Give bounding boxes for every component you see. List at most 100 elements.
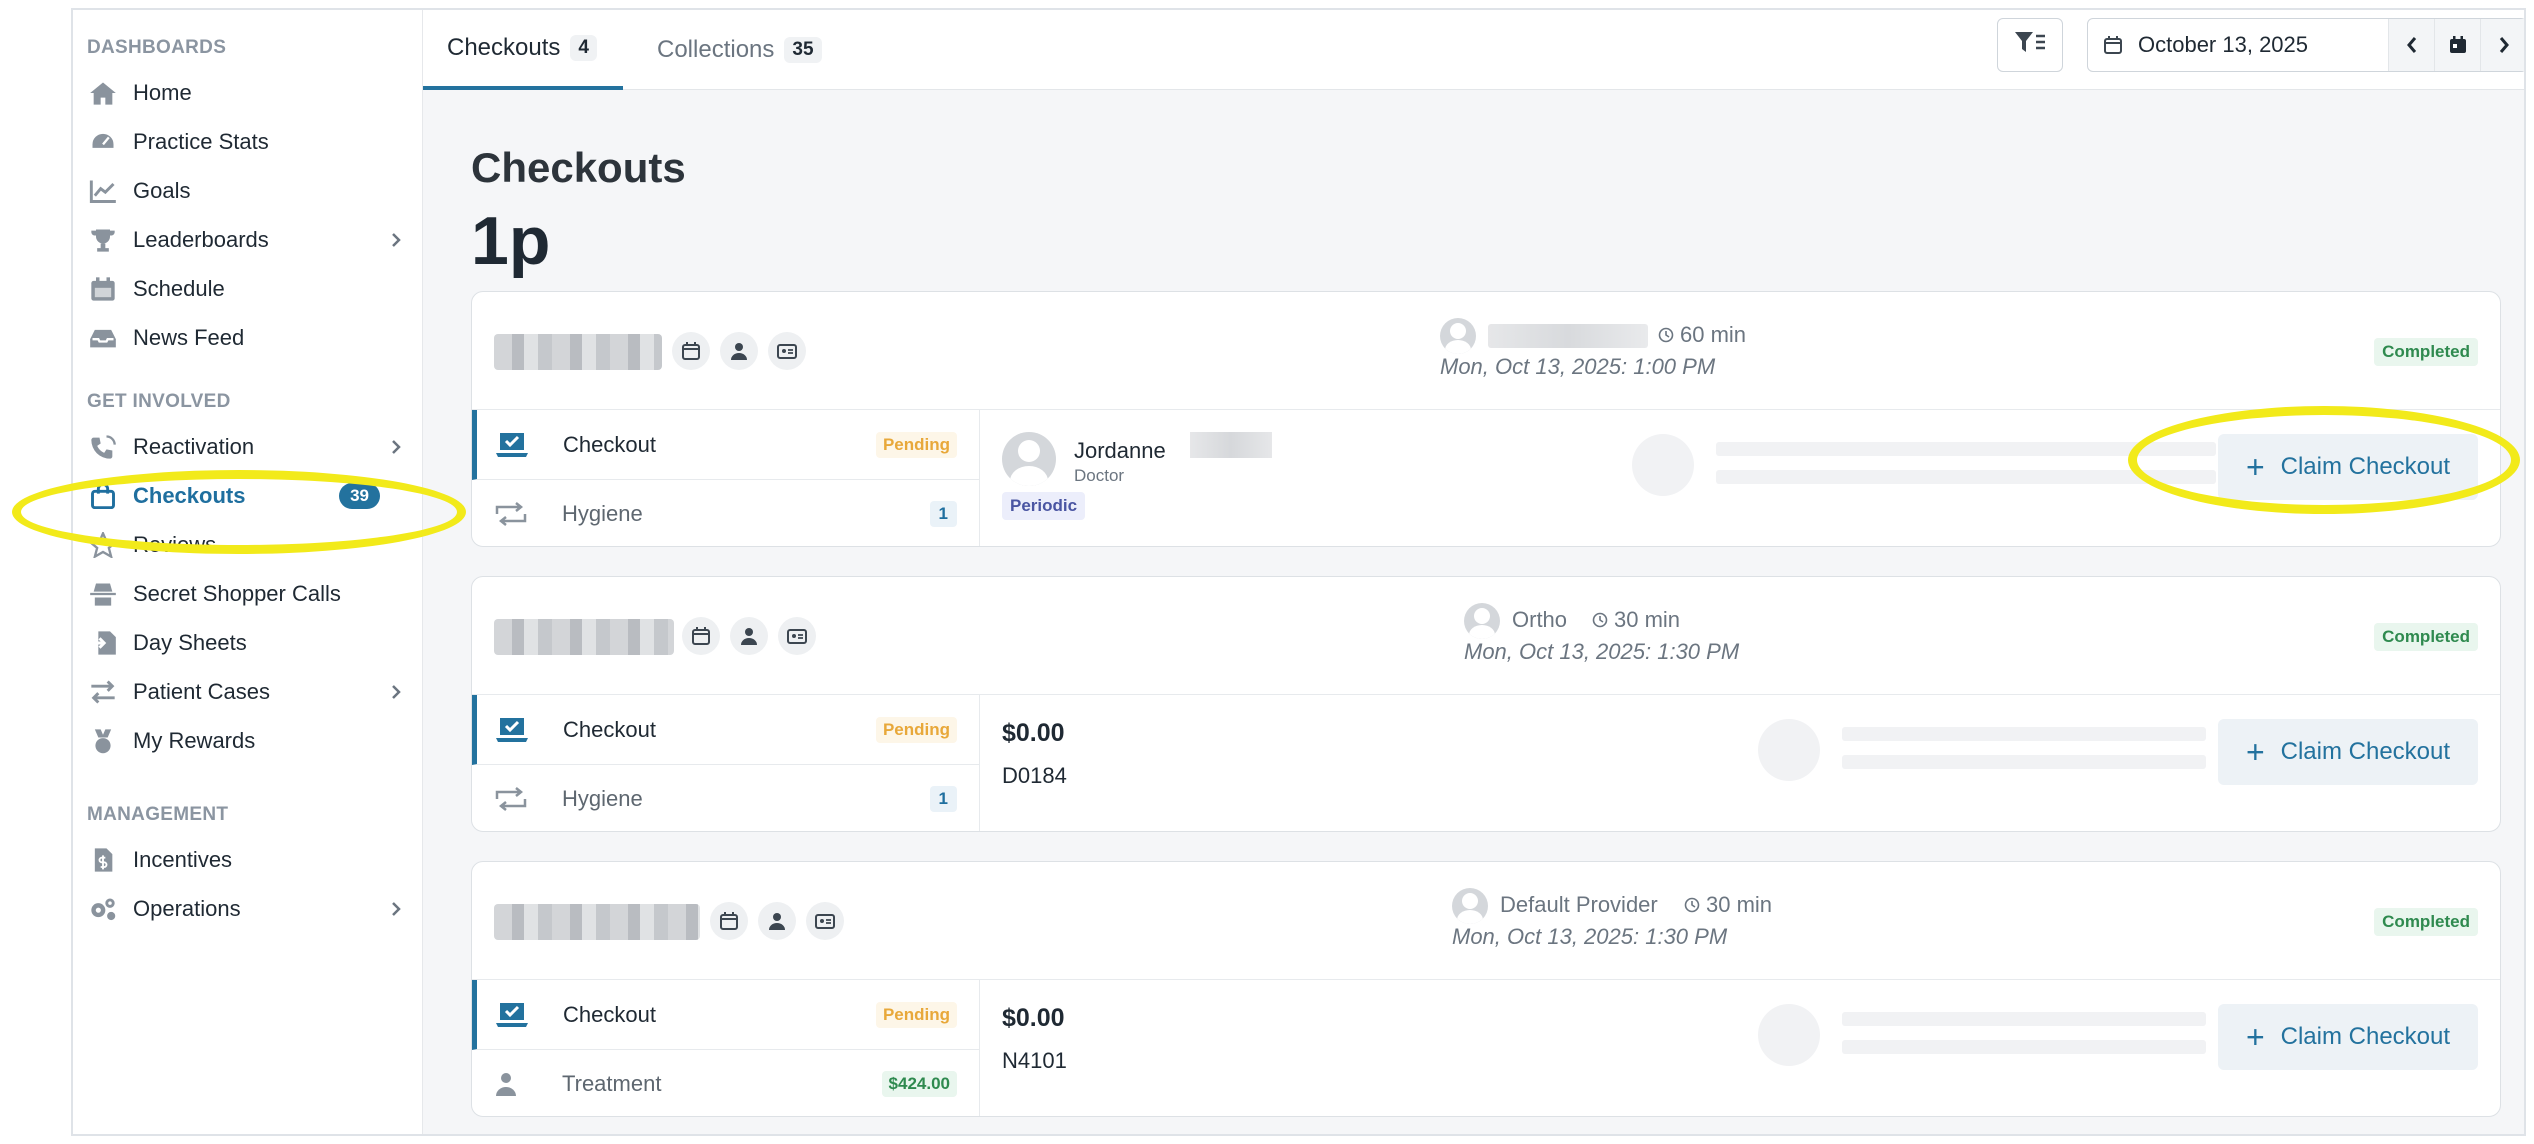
provider-avatar	[1440, 318, 1476, 354]
calendar-icon[interactable]	[672, 332, 710, 370]
file-import-icon	[87, 629, 119, 657]
highlight-annotation-checkouts	[12, 470, 466, 554]
sidebar-item-label: Leaderboards	[133, 226, 269, 252]
sidebar-item-patient-cases[interactable]: Patient Cases	[73, 667, 422, 716]
main-content: Checkouts 1p 60 min Mon, Oct 13, 2025: 1…	[423, 90, 2524, 1134]
checkout-row[interactable]: Checkout Pending	[472, 980, 979, 1050]
sidebar-item-label: Secret Shopper Calls	[133, 580, 341, 606]
date-picker[interactable]: October 13, 2025	[2087, 18, 2524, 72]
duration: 60 min	[1658, 322, 1746, 348]
card-header: Default Provider 30 min Mon, Oct 13, 202…	[472, 862, 2500, 980]
plus-icon: +	[2245, 734, 2265, 770]
calendar-icon	[2449, 36, 2466, 53]
sidebar-item-reactivation[interactable]: Reactivation	[73, 422, 422, 471]
id-card-icon[interactable]	[778, 617, 816, 655]
filter-button[interactable]	[1997, 18, 2063, 72]
next-date-button[interactable]	[2480, 19, 2524, 71]
checkout-card[interactable]: Default Provider 30 min Mon, Oct 13, 202…	[471, 861, 2501, 1117]
status-badge: Completed	[2374, 623, 2478, 651]
chevron-right-icon	[2499, 37, 2509, 53]
id-card-icon[interactable]	[806, 902, 844, 940]
user-doctor-icon[interactable]	[730, 617, 768, 655]
sidebar-item-secret-shopper-calls[interactable]: Secret Shopper Calls	[73, 569, 422, 618]
checkout-details: Checkout Pending Hygiene 1	[472, 695, 980, 831]
plus-icon: +	[2245, 1019, 2265, 1055]
sidebar-item-my-rewards[interactable]: My Rewards	[73, 716, 422, 765]
prev-date-button[interactable]	[2388, 19, 2434, 71]
laptop-check-icon	[495, 716, 535, 744]
phone-ringing-icon	[87, 433, 119, 461]
calendar-icon	[87, 275, 119, 303]
provider-name-redacted	[1488, 324, 1648, 348]
highlight-annotation-claim-checkout	[2128, 406, 2520, 514]
pending-badge: Pending	[875, 431, 957, 458]
loading-placeholder	[1758, 1004, 1820, 1066]
duration: 30 min	[1592, 607, 1680, 633]
chevron-left-icon	[2406, 37, 2416, 53]
page-subtitle: 1p	[471, 203, 551, 279]
page-title: Checkouts	[471, 144, 686, 191]
tab-collections[interactable]: Collections 35	[633, 10, 857, 90]
spy-icon	[87, 580, 119, 608]
pending-badge: Pending	[875, 716, 957, 743]
sidebar-item-schedule[interactable]: Schedule	[73, 264, 422, 313]
medal-icon	[87, 727, 119, 755]
sidebar-item-label: Schedule	[133, 275, 225, 301]
sidebar-item-goals[interactable]: Goals	[73, 166, 422, 215]
sidebar-item-label: My Rewards	[133, 727, 256, 753]
app-window: DASHBOARDS Home Practice Stats Goals Lea…	[71, 8, 2526, 1136]
sidebar-item-practice-stats[interactable]: Practice Stats	[73, 117, 422, 166]
doctor-role: Doctor	[1074, 466, 1125, 485]
chevron-right-icon	[390, 898, 402, 924]
provider-avatar	[1452, 888, 1488, 924]
inbox-icon	[87, 324, 119, 352]
chevron-right-icon	[390, 229, 402, 255]
sidebar-item-home[interactable]: Home	[73, 68, 422, 117]
sidebar-item-label: Goals	[133, 177, 191, 203]
sidebar-item-news-feed[interactable]: News Feed	[73, 313, 422, 362]
duration: 30 min	[1684, 892, 1772, 918]
procedure-row[interactable]: Hygiene 1	[472, 480, 979, 546]
sidebar-item-day-sheets[interactable]: Day Sheets	[73, 618, 422, 667]
user-doctor-icon[interactable]	[720, 332, 758, 370]
patient-name-redacted	[494, 904, 700, 940]
procedure-row[interactable]: Treatment $424.00	[472, 1050, 979, 1116]
sidebar-item-label: Home	[133, 79, 192, 105]
checkout-card[interactable]: Ortho 30 min Mon, Oct 13, 2025: 1:30 PM …	[471, 576, 2501, 832]
procedure-code: N4101	[1002, 1048, 1067, 1073]
pending-badge: Pending	[875, 1001, 957, 1028]
claim-checkout-button[interactable]: + Claim Checkout	[2218, 1004, 2478, 1070]
top-bar: Checkouts 4 Collections 35 October 13, 2…	[423, 10, 2524, 90]
calendar-icon[interactable]	[710, 902, 748, 940]
repeat-icon	[494, 787, 534, 811]
user-doctor-icon[interactable]	[758, 902, 796, 940]
patient-name-redacted	[494, 619, 674, 655]
checkout-details: Checkout Pending Treatment $424.00	[472, 980, 980, 1116]
patient-name-redacted	[494, 334, 662, 370]
count-badge: 1	[929, 786, 957, 812]
amount: $0.00	[1002, 1004, 1065, 1032]
checkout-row[interactable]: Checkout Pending	[472, 410, 979, 480]
procedure-row[interactable]: Hygiene 1	[472, 765, 979, 831]
checkout-details: Checkout Pending Hygiene 1	[472, 410, 980, 546]
clock-icon	[1658, 327, 1674, 343]
laptop-check-icon	[495, 1001, 535, 1029]
doctor-surname-redacted	[1190, 432, 1272, 458]
id-card-icon[interactable]	[768, 332, 806, 370]
checkout-row[interactable]: Checkout Pending	[472, 695, 979, 765]
doctor-avatar	[1002, 432, 1056, 486]
sidebar-item-operations[interactable]: Operations	[73, 884, 422, 933]
sidebar-item-label: News Feed	[133, 324, 245, 350]
calendar-icon	[2088, 35, 2138, 55]
sidebar-item-incentives[interactable]: Incentives	[73, 835, 422, 884]
home-icon	[87, 79, 119, 107]
tab-checkouts[interactable]: Checkouts 4	[423, 10, 623, 90]
card-header: 60 min Mon, Oct 13, 2025: 1:00 PM Comple…	[472, 292, 2500, 410]
calendar-icon[interactable]	[682, 617, 720, 655]
file-dollar-icon	[87, 846, 119, 874]
section-get-involved: GET INVOLVED	[87, 391, 231, 412]
calendar-button[interactable]	[2434, 19, 2480, 71]
sidebar-item-leaderboards[interactable]: Leaderboards	[73, 215, 422, 264]
claim-checkout-button[interactable]: + Claim Checkout	[2218, 719, 2478, 785]
loading-placeholder	[1842, 1012, 2206, 1026]
